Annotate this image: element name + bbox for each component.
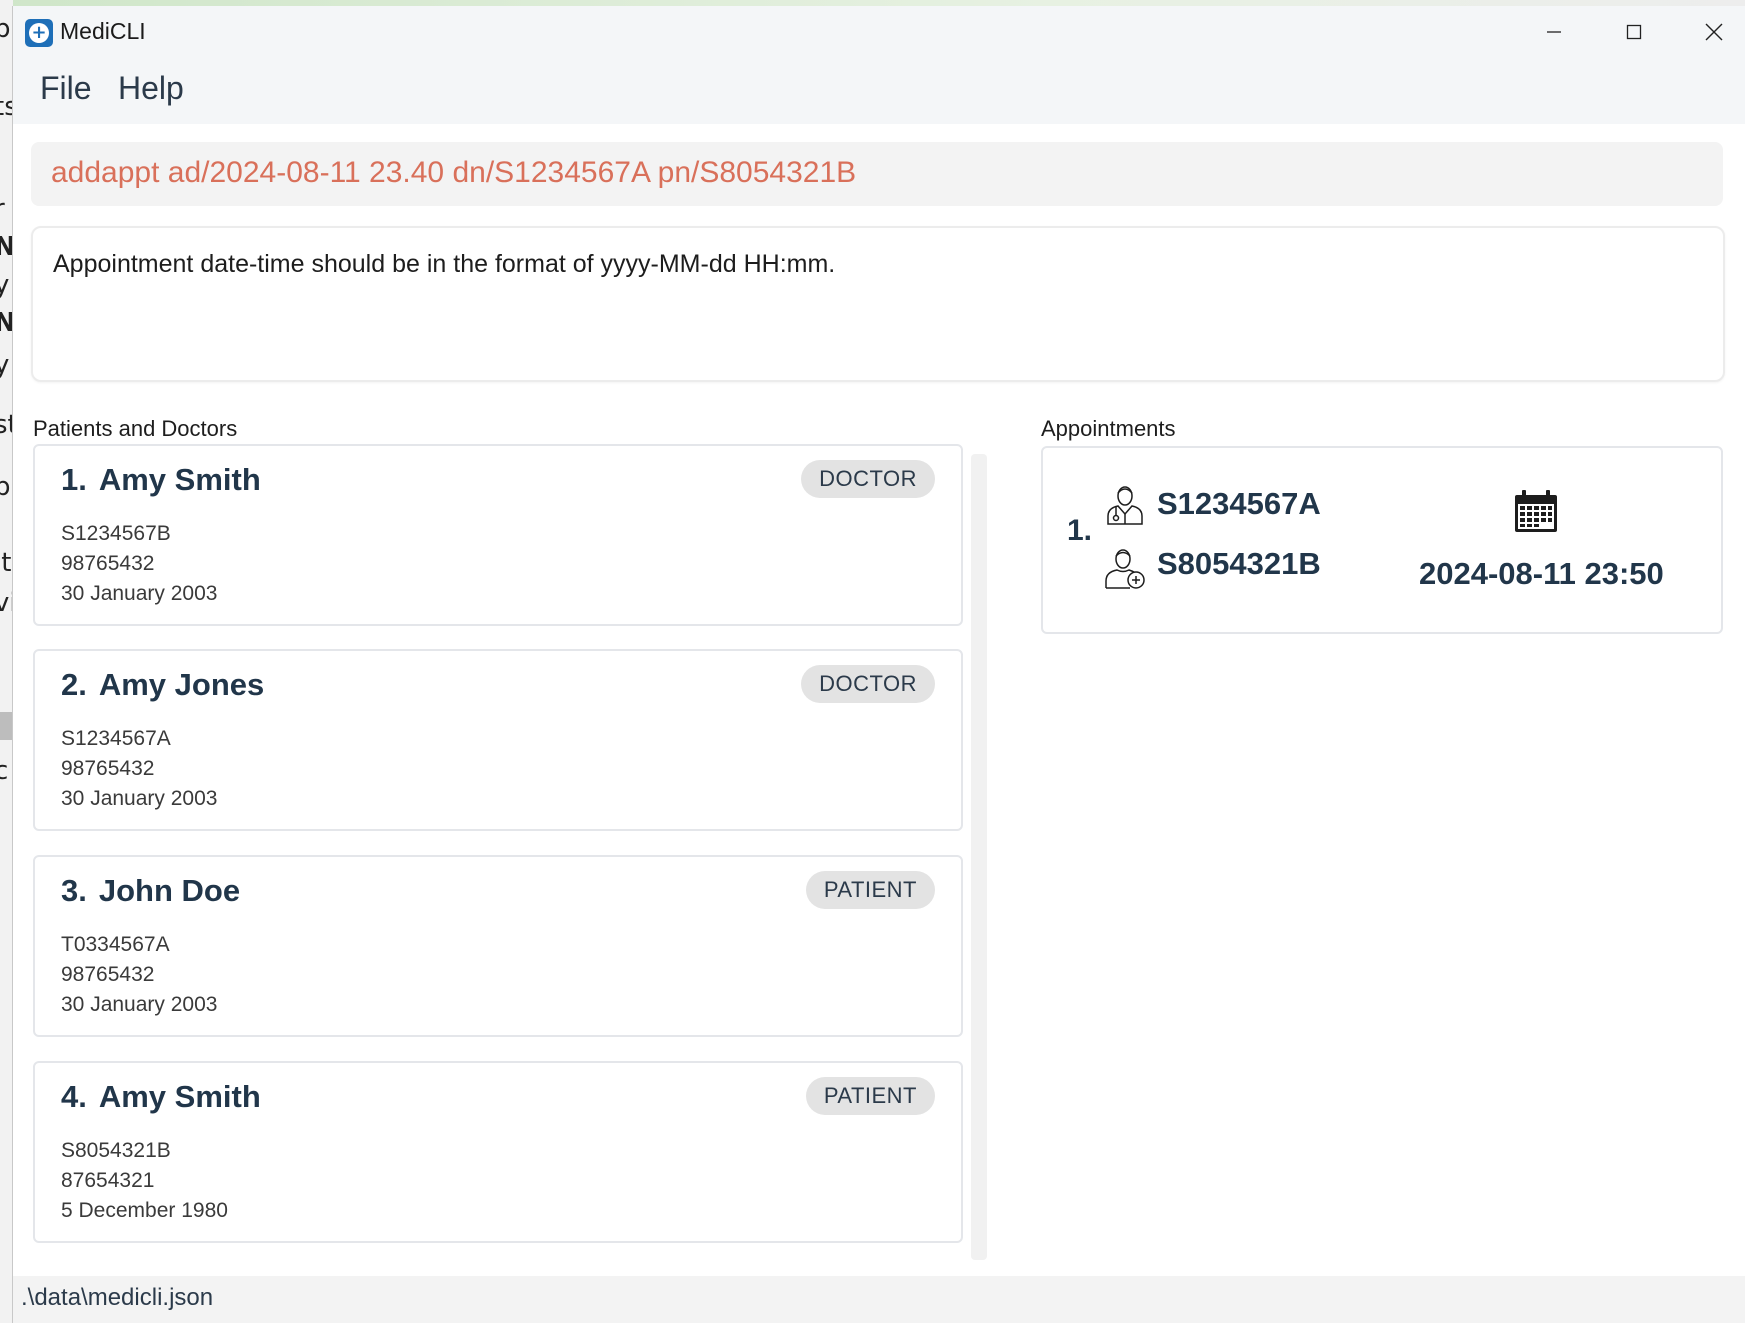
- appointment-patient-nric: S8054321B: [1157, 546, 1321, 581]
- result-display: Appointment date-time should be in the f…: [31, 226, 1725, 382]
- calendar-icon: [1515, 490, 1557, 532]
- role-badge: DOCTOR: [801, 460, 935, 498]
- person-index: 2.: [61, 667, 87, 702]
- menu-file[interactable]: File: [40, 70, 92, 107]
- app-logo-icon: +: [25, 19, 53, 47]
- person-index: 1.: [61, 462, 87, 497]
- person-card[interactable]: 4. Amy Smith PATIENT S8054321B 87654321 5…: [33, 1061, 963, 1243]
- person-card[interactable]: 2. Amy Jones DOCTOR S1234567A 98765432 30…: [33, 649, 963, 831]
- people-list-scrollbar[interactable]: [971, 454, 987, 1260]
- role-badge: PATIENT: [805, 1077, 935, 1115]
- appointment-index: 1.: [1067, 514, 1093, 547]
- person-phone: 98765432: [61, 963, 155, 986]
- maximize-icon: [1626, 24, 1642, 40]
- status-bar: .\data\medicli.json: [13, 1276, 1745, 1323]
- person-name: 3. John Doe: [61, 873, 240, 909]
- appointment-doctor-nric: S1234567A: [1157, 486, 1321, 521]
- appointment-datetime: 2024-08-11 23:50: [1419, 556, 1664, 591]
- person-name-text: John Doe: [98, 873, 241, 908]
- person-name: 1. Amy Smith: [61, 462, 261, 498]
- person-name-text: Amy Smith: [98, 1079, 261, 1114]
- person-index: 4.: [61, 1079, 87, 1114]
- window-title: MediCLI: [60, 18, 146, 44]
- person-phone: 98765432: [61, 552, 155, 575]
- person-name: 2. Amy Jones: [61, 667, 264, 703]
- person-dob: 30 January 2003: [61, 993, 218, 1016]
- maximize-button[interactable]: [1605, 14, 1663, 50]
- app-window: + MediCLI File Help addappt ad/2024-08-1…: [12, 6, 1745, 1323]
- doctor-icon: [1107, 486, 1143, 525]
- person-nric: T0334567A: [61, 933, 170, 956]
- person-name-text: Amy Smith: [98, 462, 261, 497]
- person-name: 4. Amy Smith: [61, 1079, 261, 1115]
- command-input[interactable]: addappt ad/2024-08-11 23.40 dn/S1234567A…: [31, 142, 1723, 206]
- close-icon: [1705, 23, 1723, 41]
- close-button[interactable]: [1685, 14, 1743, 50]
- person-phone: 87654321: [61, 1169, 155, 1192]
- minimize-icon: [1547, 31, 1561, 33]
- person-card[interactable]: 3. John Doe PATIENT T0334567A 98765432 30…: [33, 855, 963, 1037]
- title-bar: + MediCLI: [13, 6, 1745, 58]
- minimize-button[interactable]: [1525, 14, 1583, 50]
- person-name-text: Amy Jones: [98, 667, 265, 702]
- patient-icon: [1105, 549, 1145, 589]
- appointment-card[interactable]: 1. S1234567A S8054321B 2024-08-11 23:50: [1041, 446, 1723, 634]
- person-index: 3.: [61, 873, 87, 908]
- main-content: addappt ad/2024-08-11 23.40 dn/S1234567A…: [13, 124, 1745, 1276]
- role-badge: PATIENT: [805, 871, 935, 909]
- person-nric: S8054321B: [61, 1139, 171, 1162]
- person-dob: 30 January 2003: [61, 582, 218, 605]
- person-dob: 30 January 2003: [61, 787, 218, 810]
- person-dob: 5 December 1980: [61, 1199, 228, 1222]
- appointments-panel-title: Appointments: [1041, 416, 1176, 441]
- person-nric: S1234567B: [61, 522, 171, 545]
- data-file-path: .\data\medicli.json: [21, 1284, 214, 1311]
- role-badge: DOCTOR: [801, 665, 935, 703]
- person-card[interactable]: 1. Amy Smith DOCTOR S1234567B 98765432 30…: [33, 444, 963, 626]
- menu-help[interactable]: Help: [118, 70, 184, 107]
- person-phone: 98765432: [61, 757, 155, 780]
- people-panel-title: Patients and Doctors: [33, 416, 238, 441]
- person-nric: S1234567A: [61, 727, 171, 750]
- menu-bar: File Help: [13, 58, 1745, 124]
